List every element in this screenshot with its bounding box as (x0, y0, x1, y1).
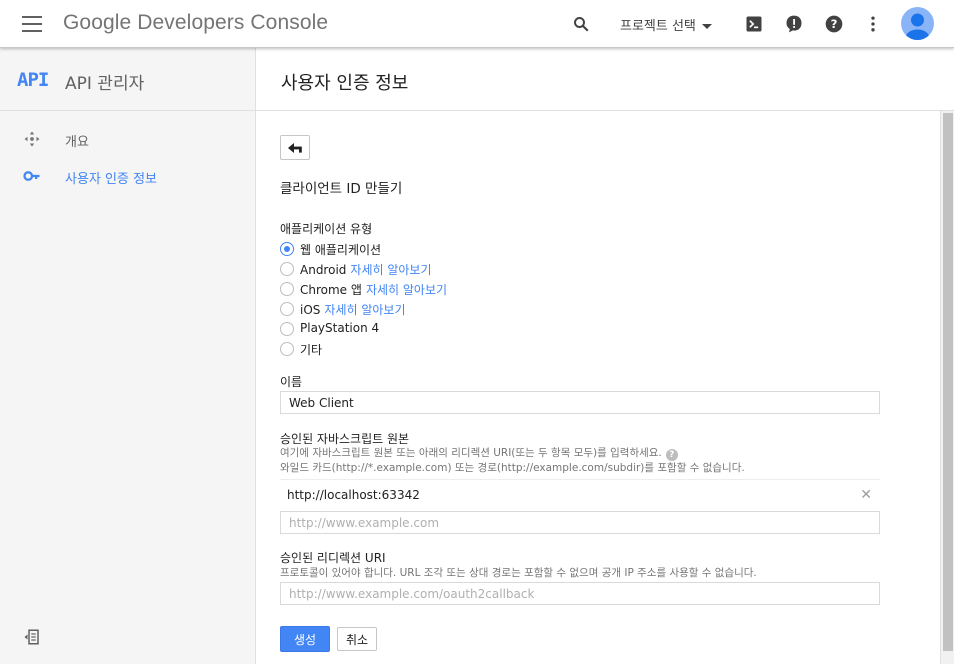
radio-text: Chrome 앱 (300, 283, 362, 297)
js-origins-help-2: 와일드 카드(http://*.example.com) 또는 경로(http:… (280, 462, 745, 474)
name-label: 이름 (280, 375, 303, 389)
radio-text: PlayStation 4 (300, 321, 380, 335)
back-button[interactable] (280, 135, 310, 160)
radio-button[interactable] (280, 322, 294, 336)
sidebar-item-label: 개요 (65, 135, 89, 150)
radio-button[interactable] (280, 342, 294, 356)
top-bar: Google Developers Console 프로젝트 선택 ? (0, 0, 954, 48)
svg-text:?: ? (831, 17, 838, 31)
chevron-down-icon (701, 24, 712, 29)
vertical-scrollbar[interactable] (940, 111, 954, 664)
close-icon[interactable]: ✕ (860, 487, 872, 503)
radio-label: Chrome 앱 자세히 알아보기 (300, 281, 447, 298)
brand-title[interactable]: Google Developers Console (63, 11, 328, 35)
cloud-shell-icon[interactable] (744, 14, 764, 34)
radio-label: PlayStation 4 (300, 321, 379, 335)
project-select-dropdown[interactable]: 프로젝트 선택 (620, 15, 712, 34)
radio-label: 기타 (300, 341, 322, 358)
form-heading: 클라이언트 ID 만들기 (280, 181, 403, 197)
js-origin-input[interactable] (280, 511, 880, 534)
radio-label: iOS 자세히 알아보기 (300, 301, 406, 318)
js-origins-help: 여기에 자바스크립트 원본 또는 아래의 리디렉션 URI(또는 두 항목 모두… (280, 445, 678, 461)
sidebar-title[interactable]: API 관리자 (65, 69, 144, 94)
origin-entry-value[interactable]: http://localhost:63342 (287, 488, 420, 502)
radio-button[interactable] (280, 302, 294, 316)
more-vert-icon[interactable] (863, 14, 883, 34)
redirect-uri-help: 프로토콜이 있어야 합니다. URL 조각 또는 상대 경로는 포함할 수 없으… (280, 567, 757, 579)
page-title: 사용자 인증 정보 (281, 73, 409, 94)
overview-icon (24, 131, 40, 147)
origin-entry-row: http://localhost:63342 ✕ (280, 479, 880, 509)
scrollbar-thumb[interactable] (943, 113, 953, 651)
create-button[interactable]: 생성 (280, 626, 330, 652)
redirect-uri-label: 승인된 리디렉션 URI (280, 551, 386, 565)
redirect-uri-input[interactable] (280, 582, 880, 605)
learn-more-link[interactable]: 자세히 알아보기 (324, 303, 405, 317)
back-arrow-icon (288, 143, 302, 153)
radio-button[interactable] (280, 242, 294, 256)
radio-label: 웹 애플리케이션 (300, 241, 381, 258)
radio-button[interactable] (280, 282, 294, 296)
help-icon[interactable]: ? (824, 14, 844, 34)
radio-text: 웹 애플리케이션 (300, 243, 382, 257)
notifications-icon[interactable] (784, 14, 804, 34)
collapse-sidebar-icon[interactable] (22, 628, 42, 646)
learn-more-link[interactable]: 자세히 알아보기 (366, 283, 447, 297)
radio-label: Android 자세히 알아보기 (300, 261, 432, 278)
page-header: 사용자 인증 정보 (256, 48, 954, 111)
sidebar-item-label: 사용자 인증 정보 (65, 172, 157, 187)
project-select-label: 프로젝트 선택 (620, 19, 696, 34)
radio-text: 기타 (300, 343, 323, 357)
radio-text: Android (300, 263, 347, 277)
sidebar-item-credentials[interactable]: 사용자 인증 정보 (0, 161, 255, 191)
sidebar-header: API API 관리자 (0, 48, 255, 111)
app-type-label: 애플리케이션 유형 (280, 222, 373, 236)
cancel-button[interactable]: 취소 (337, 627, 377, 651)
radio-text: iOS (300, 303, 321, 317)
name-input[interactable] (280, 391, 880, 414)
js-origins-help-text: 여기에 자바스크립트 원본 또는 아래의 리디렉션 URI(또는 두 항목 모두… (280, 447, 662, 459)
learn-more-link[interactable]: 자세히 알아보기 (350, 263, 431, 277)
sidebar: API API 관리자 개요 사용자 인증 정보 (0, 48, 256, 664)
sidebar-item-overview[interactable]: 개요 (0, 124, 255, 154)
search-icon[interactable] (572, 15, 590, 33)
key-icon (23, 171, 40, 181)
account-avatar[interactable] (901, 7, 934, 40)
menu-icon[interactable] (22, 16, 42, 32)
radio-button[interactable] (280, 262, 294, 276)
api-logo: API (17, 69, 49, 91)
